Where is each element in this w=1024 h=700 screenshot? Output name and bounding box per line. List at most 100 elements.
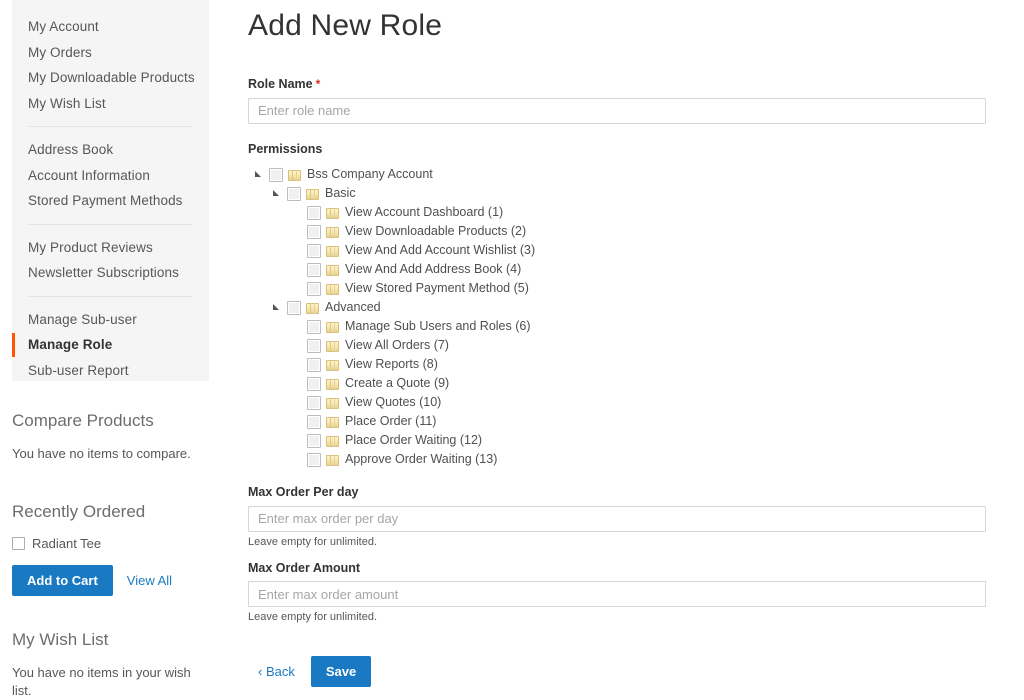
sidebar-item-my-wish-list[interactable]: My Wish List — [12, 91, 209, 117]
wish-list-empty-text: You have no items in your wish list. — [12, 664, 191, 698]
sidebar-item-manage-role[interactable]: Manage Role — [12, 332, 209, 358]
permission-tree-node: Approve Order Waiting (13) — [248, 450, 988, 469]
sidebar: My Account My Orders My Downloadable Produ… — [0, 0, 232, 698]
sidebar-item-my-downloadable-products[interactable]: My Downloadable Products — [12, 65, 209, 91]
folder-icon — [326, 454, 339, 466]
folder-icon — [326, 207, 339, 219]
nav-divider — [28, 295, 193, 297]
sidebar-item-label: Manage Role — [28, 337, 113, 352]
permission-label[interactable]: View And Add Account Wishlist (3) — [345, 244, 535, 257]
permission-label[interactable]: View Quotes (10) — [345, 396, 441, 409]
recently-ordered-title: Recently Ordered — [12, 502, 146, 521]
active-indicator-bar — [12, 333, 15, 357]
permission-label[interactable]: Advanced — [325, 301, 381, 314]
max-order-amount-note: Leave empty for unlimited. — [248, 611, 378, 623]
permission-checkbox[interactable] — [307, 205, 321, 220]
sidebar-item-address-book[interactable]: Address Book — [12, 137, 209, 163]
permission-checkbox[interactable] — [307, 376, 321, 391]
sidebar-item-manage-sub-user[interactable]: Manage Sub-user — [12, 307, 209, 333]
compare-products-block: Compare Products You have no items to co… — [12, 411, 212, 463]
permission-checkbox[interactable] — [307, 262, 321, 277]
permission-tree-node: View Quotes (10) — [248, 393, 988, 412]
collapse-triangle-icon[interactable] — [272, 302, 283, 313]
max-order-amount-field: Max Order Amount Leave empty for unlimit… — [248, 561, 988, 624]
permission-tree-node: Place Order Waiting (12) — [248, 431, 988, 450]
permission-tree-node: View Reports (8) — [248, 355, 988, 374]
wish-list-title: My Wish List — [12, 630, 109, 649]
folder-icon — [306, 188, 319, 200]
folder-icon — [326, 416, 339, 428]
permission-tree-node: Create a Quote (9) — [248, 374, 988, 393]
permission-checkbox[interactable] — [269, 167, 283, 182]
permission-label[interactable]: Place Order (11) — [345, 415, 436, 428]
sidebar-item-sub-user-report[interactable]: Sub-user Report — [12, 358, 209, 384]
permission-label[interactable]: View All Orders (7) — [345, 339, 449, 352]
sidebar-item-newsletter-subscriptions[interactable]: Newsletter Subscriptions — [12, 260, 209, 286]
folder-icon — [306, 302, 319, 314]
permission-label[interactable]: Create a Quote (9) — [345, 377, 449, 390]
sidebar-item-my-product-reviews[interactable]: My Product Reviews — [12, 235, 209, 261]
main-content: Add New Role Role Name* Permissions Bss … — [248, 0, 988, 687]
collapse-triangle-icon[interactable] — [272, 188, 283, 199]
collapse-triangle-icon[interactable] — [254, 169, 265, 180]
permission-checkbox[interactable] — [307, 338, 321, 353]
role-name-label: Role Name * — [248, 78, 988, 91]
permission-checkbox[interactable] — [307, 243, 321, 258]
permission-label[interactable]: View Stored Payment Method (5) — [345, 282, 529, 295]
permission-label[interactable]: Manage Sub Users and Roles (6) — [345, 320, 531, 333]
recently-ordered-block: Recently Ordered Radiant Tee Add to Cart… — [12, 502, 212, 596]
permission-checkbox[interactable] — [307, 452, 321, 467]
nav-divider — [28, 223, 193, 225]
permission-label[interactable]: Place Order Waiting (12) — [345, 434, 482, 447]
permission-tree-node: Basic — [248, 184, 988, 203]
sidebar-item-label: Manage Sub-user — [28, 311, 137, 327]
sidebar-item-account-information[interactable]: Account Information — [12, 163, 209, 189]
folder-icon — [326, 283, 339, 295]
sidebar-item-label: My Wish List — [28, 95, 106, 111]
permission-label[interactable]: View Downloadable Products (2) — [345, 225, 526, 238]
sidebar-item-label: My Downloadable Products — [28, 70, 195, 85]
sidebar-item-label: My Product Reviews — [28, 239, 153, 255]
sidebar-item-my-account[interactable]: My Account — [12, 14, 209, 40]
back-link[interactable]: ‹ Back — [258, 664, 295, 679]
sidebar-item-label: My Account — [28, 19, 99, 34]
sidebar-item-my-orders[interactable]: My Orders — [12, 40, 209, 66]
permission-tree-node: View All Orders (7) — [248, 336, 988, 355]
view-all-link[interactable]: View All — [127, 573, 172, 588]
recently-ordered-actions: Add to Cart View All — [12, 564, 212, 596]
compare-products-title: Compare Products — [12, 411, 154, 430]
required-indicator: * — [315, 77, 321, 91]
list-item: Radiant Tee — [12, 536, 212, 551]
max-order-per-day-input[interactable] — [248, 505, 986, 532]
recently-ordered-list: Radiant Tee — [12, 536, 212, 551]
permissions-label: Permissions — [248, 141, 323, 156]
checkbox-icon[interactable] — [12, 536, 25, 550]
permission-label[interactable]: Basic — [325, 187, 356, 200]
back-chevron-icon: ‹ — [258, 664, 263, 679]
permission-label[interactable]: View And Add Address Book (4) — [345, 263, 521, 276]
permission-label[interactable]: View Reports (8) — [345, 358, 438, 371]
permission-tree-node: View Stored Payment Method (5) — [248, 279, 988, 298]
permission-checkbox[interactable] — [307, 414, 321, 429]
permission-checkbox[interactable] — [287, 300, 301, 315]
permission-label[interactable]: Bss Company Account — [307, 168, 433, 181]
permission-checkbox[interactable] — [307, 357, 321, 372]
permission-checkbox[interactable] — [307, 319, 321, 334]
add-to-cart-button[interactable]: Add to Cart — [12, 564, 113, 596]
permission-checkbox[interactable] — [307, 281, 321, 296]
permission-label[interactable]: View Account Dashboard (1) — [345, 206, 503, 219]
role-name-input[interactable] — [248, 97, 986, 124]
permission-checkbox[interactable] — [307, 395, 321, 410]
permission-tree-node: View And Add Account Wishlist (3) — [248, 241, 988, 260]
permission-label[interactable]: Approve Order Waiting (13) — [345, 453, 497, 466]
permission-checkbox[interactable] — [307, 224, 321, 239]
form-actions: ‹ Back Save — [248, 656, 988, 687]
save-button[interactable]: Save — [310, 656, 372, 687]
permission-checkbox[interactable] — [287, 186, 301, 201]
sidebar-item-stored-payment-methods[interactable]: Stored Payment Methods — [12, 188, 209, 214]
sidebar-item-label: Newsletter Subscriptions — [28, 265, 179, 280]
permission-checkbox[interactable] — [307, 433, 321, 448]
max-order-amount-input[interactable] — [248, 581, 986, 607]
folder-icon — [326, 264, 339, 276]
folder-icon — [326, 321, 339, 333]
